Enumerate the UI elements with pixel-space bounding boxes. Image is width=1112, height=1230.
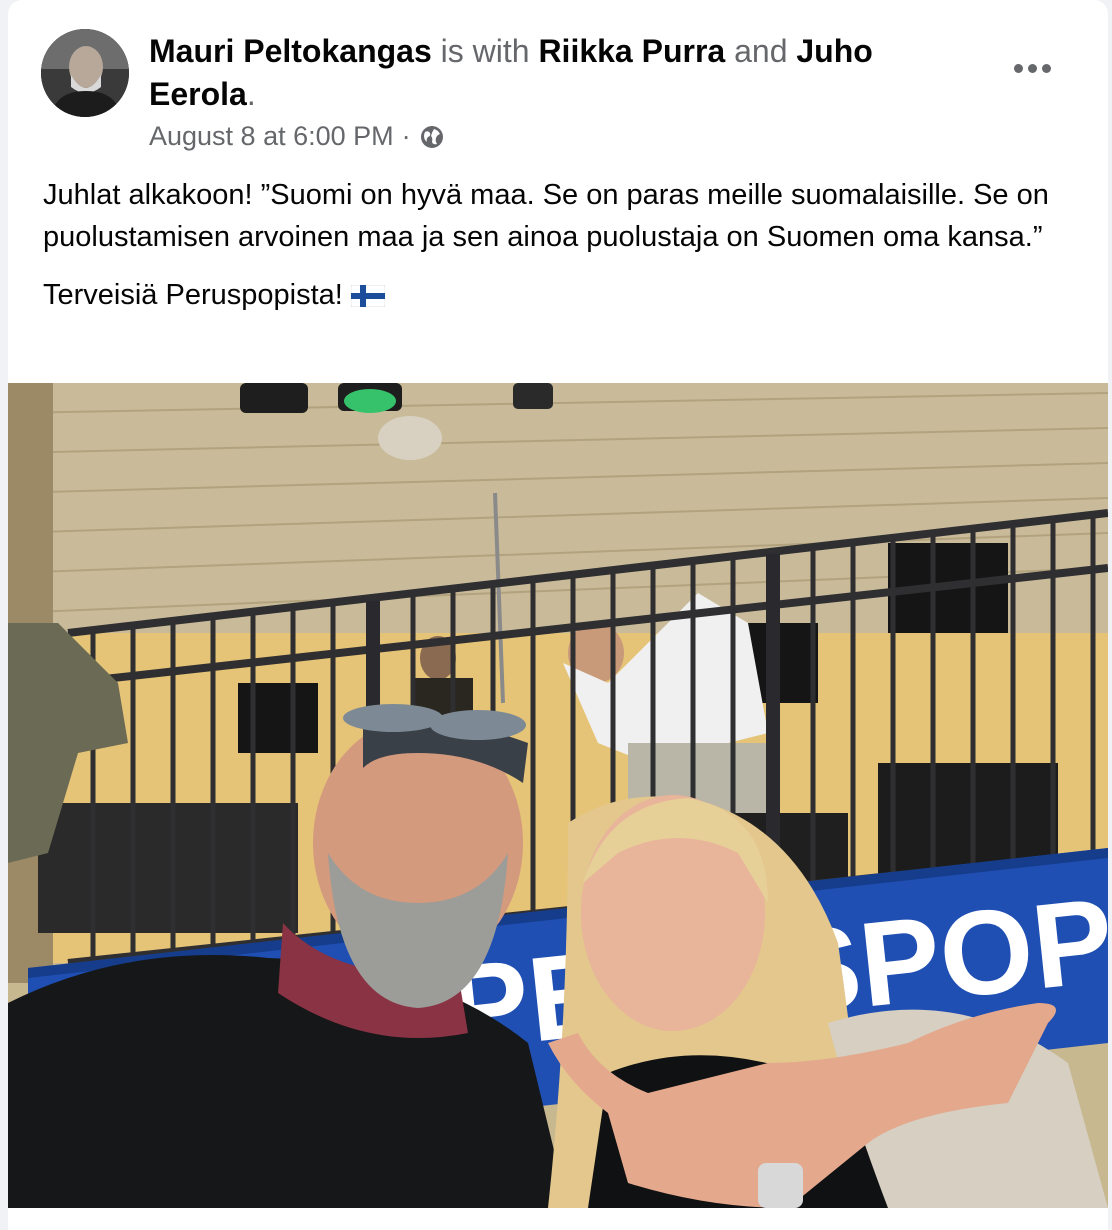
author-line: Mauri Peltokangas is with Riikka Purra a… xyxy=(149,30,969,116)
post-meta: August 8 at 6:00 PM · xyxy=(149,118,445,154)
post-paragraph-2-wrap: Terveisiä Peruspopista! xyxy=(43,274,1073,316)
and-text: and xyxy=(734,33,788,69)
post-timestamp[interactable]: August 8 at 6:00 PM xyxy=(149,118,394,154)
post-paragraph-2: Terveisiä Peruspopista! xyxy=(43,279,343,311)
period: . xyxy=(246,76,256,112)
post-card: Mauri Peltokangas is with Riikka Purra a… xyxy=(8,0,1108,1230)
post-photo[interactable]: PERUSPOP 20 xyxy=(8,383,1108,1208)
meta-separator: · xyxy=(401,121,411,151)
tagged-person-1[interactable]: Riikka Purra xyxy=(538,33,725,69)
globe-icon[interactable] xyxy=(419,123,445,149)
author-avatar[interactable] xyxy=(41,29,129,117)
post-paragraph-1: Juhlat alkakoon! ”Suomi on hyvä maa. Se … xyxy=(43,179,1049,253)
dot xyxy=(1027,63,1037,73)
more-options-icon[interactable] xyxy=(1002,48,1062,88)
dot xyxy=(1013,63,1023,73)
dot xyxy=(1041,63,1051,73)
post-footer xyxy=(8,1208,1108,1230)
post-header: Mauri Peltokangas is with Riikka Purra a… xyxy=(8,0,1108,170)
finland-flag-icon xyxy=(350,277,386,308)
post-text: Juhlat alkakoon! ”Suomi on hyvä maa. Se … xyxy=(43,174,1073,316)
with-text: is with xyxy=(440,33,530,69)
author-name[interactable]: Mauri Peltokangas xyxy=(149,33,432,69)
